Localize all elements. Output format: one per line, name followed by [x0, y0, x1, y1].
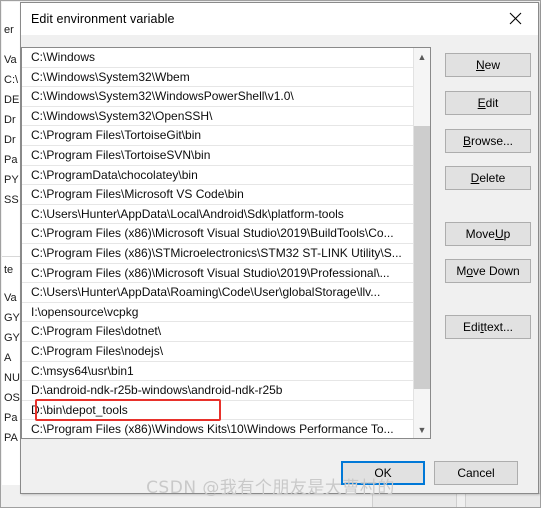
path-list-item[interactable]: C:\Program Files\Microsoft VS Code\bin [22, 185, 414, 205]
background-text-fragment: A [4, 352, 12, 364]
background-text-fragment: Dr [4, 114, 16, 126]
background-text-fragment: er [4, 24, 14, 36]
path-list-item[interactable]: C:\Windows [22, 48, 414, 68]
background-separator [2, 256, 21, 257]
move-down-button[interactable]: Mo ve Down [445, 259, 531, 283]
background-text-fragment: GY [4, 332, 20, 344]
background-text-fragment: NU [4, 372, 20, 384]
dialog-titlebar: Edit environment variable [21, 3, 538, 35]
path-list-item[interactable]: C:\msys64\usr\bin1 [22, 361, 414, 382]
delete-button[interactable]: Delete [445, 166, 531, 190]
cancel-button[interactable]: Cancel [434, 461, 518, 485]
path-list-item[interactable]: I:\opensource\vcpkg [22, 302, 414, 323]
background-text-fragment: SS [4, 194, 19, 206]
list-scrollbar[interactable]: ▲ ▼ [413, 48, 430, 438]
path-list-item[interactable]: C:\Windows\System32\Wbem [22, 67, 414, 88]
path-list-item[interactable]: C:\Program Files (x86)\Microsoft Visual … [22, 263, 414, 284]
move-up-button[interactable]: Move Up [445, 222, 531, 246]
edit-button[interactable]: Edit [445, 91, 531, 115]
background-text-fragment: Va [4, 54, 17, 66]
background-text-fragment: C:\ [4, 74, 19, 86]
chevron-down-icon[interactable]: ▼ [414, 421, 430, 438]
path-list-item[interactable]: C:\Program Files (x86)\Windows Kits\10\W… [22, 420, 414, 438]
dialog-title: Edit environment variable [31, 12, 175, 26]
background-button-ok [372, 493, 457, 507]
path-list-item[interactable]: D:\android-ndk-r25b-windows\android-ndk-… [22, 381, 414, 401]
path-list-item[interactable]: C:\Program Files\dotnet\ [22, 322, 414, 342]
edit-environment-variable-dialog: Edit environment variable C:\Windows C:\W… [20, 2, 539, 494]
edit-text-button[interactable]: Edi t text... [445, 315, 531, 339]
path-list-item[interactable]: C:\Windows\System32\OpenSSH\ [22, 106, 414, 127]
background-text-fragment: Dr [4, 134, 16, 146]
new-button[interactable]: New [445, 53, 531, 77]
background-text-fragment: Va [4, 292, 17, 304]
path-list-item[interactable]: C:\Users\Hunter\AppData\Local\Android\Sd… [22, 204, 414, 225]
path-list-item[interactable]: C:\Program Files\TortoiseGit\bin [22, 126, 414, 146]
path-list-item[interactable]: C:\Program Files\nodejs\ [22, 341, 414, 362]
background-text-fragment: PA [4, 432, 18, 444]
background-list-strip: er Va C:\ DE Dr Dr Pa PY SS te Va GY GY A NU OS Pa PA [2, 2, 21, 507]
path-list-item[interactable]: C:\Program Files (x86)\STMicroelectronic… [22, 243, 414, 264]
path-list-item[interactable]: C:\Program Files\TortoiseSVN\bin [22, 145, 414, 166]
background-text-fragment: DE [4, 94, 20, 106]
browse-button[interactable]: Browse... [445, 129, 531, 153]
background-text-fragment: OS [4, 392, 20, 404]
ok-button[interactable]: OK [341, 461, 425, 485]
background-text-fragment: te [4, 264, 14, 276]
path-list-item[interactable]: D:\bin\depot_tools [22, 400, 414, 421]
background-text-fragment: GY [4, 312, 20, 324]
path-list-item[interactable]: C:\ProgramData\chocolatey\bin [22, 165, 414, 186]
background-text-fragment: PY [4, 174, 19, 186]
chevron-up-icon[interactable]: ▲ [414, 48, 430, 65]
path-listbox[interactable]: C:\Windows C:\Windows\System32\Wbem C:\Win… [21, 47, 431, 439]
scrollbar-thumb[interactable] [414, 125, 430, 389]
close-icon[interactable] [492, 3, 538, 34]
path-list-item[interactable]: C:\Windows\System32\WindowsPowerShell\v1… [22, 87, 414, 107]
path-list-item[interactable]: C:\Users\Hunter\AppData\Roaming\Code\Use… [22, 283, 414, 303]
path-list-item[interactable]: C:\Program Files (x86)\Microsoft Visual … [22, 224, 414, 244]
background-text-fragment: Pa [4, 412, 18, 424]
background-button-cancel [465, 493, 540, 507]
background-text-fragment: Pa [4, 154, 18, 166]
path-list[interactable]: C:\Windows C:\Windows\System32\Wbem C:\Win… [22, 48, 414, 438]
